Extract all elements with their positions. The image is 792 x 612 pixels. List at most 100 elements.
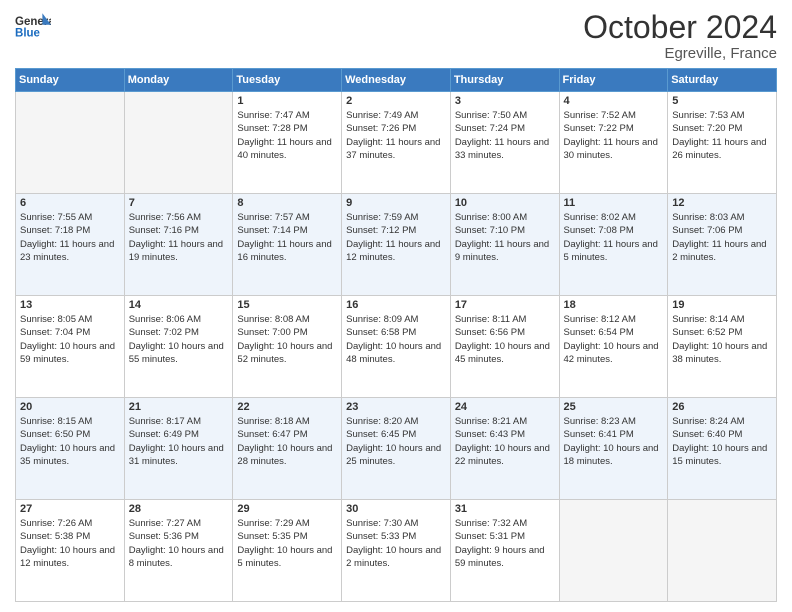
calendar-week-row: 1 Sunrise: 7:47 AM Sunset: 7:28 PM Daylig… bbox=[16, 92, 777, 194]
day-info: Sunrise: 7:49 AM Sunset: 7:26 PM Dayligh… bbox=[346, 109, 446, 162]
day-info: Sunrise: 7:52 AM Sunset: 7:22 PM Dayligh… bbox=[564, 109, 664, 162]
table-row bbox=[668, 500, 777, 602]
page-header: General Blue October 2024 Egreville, Fra… bbox=[15, 10, 777, 62]
day-number: 5 bbox=[672, 95, 772, 107]
day-number: 26 bbox=[672, 401, 772, 413]
table-row: 22 Sunrise: 8:18 AM Sunset: 6:47 PM Dayli… bbox=[233, 398, 342, 500]
day-info: Sunrise: 8:17 AM Sunset: 6:49 PM Dayligh… bbox=[129, 415, 229, 468]
day-info: Sunrise: 8:05 AM Sunset: 7:04 PM Dayligh… bbox=[20, 313, 120, 366]
calendar-week-row: 13 Sunrise: 8:05 AM Sunset: 7:04 PM Dayli… bbox=[16, 296, 777, 398]
day-info: Sunrise: 8:24 AM Sunset: 6:40 PM Dayligh… bbox=[672, 415, 772, 468]
table-row: 9Sunrise: 7:59 AM Sunset: 7:12 PM Daylig… bbox=[342, 194, 451, 296]
table-row: 16 Sunrise: 8:09 AM Sunset: 6:58 PM Dayli… bbox=[342, 296, 451, 398]
table-row: 25 Sunrise: 8:23 AM Sunset: 6:41 PM Dayli… bbox=[559, 398, 668, 500]
day-info: Sunrise: 7:32 AM Sunset: 5:31 PM Dayligh… bbox=[455, 517, 555, 570]
day-info: Sunrise: 7:26 AM Sunset: 5:38 PM Dayligh… bbox=[20, 517, 120, 570]
day-info: Sunrise: 8:12 AM Sunset: 6:54 PM Dayligh… bbox=[564, 313, 664, 366]
day-number: 10 bbox=[455, 197, 555, 209]
table-row: 27 Sunrise: 7:26 AM Sunset: 5:38 PM Dayli… bbox=[16, 500, 125, 602]
day-info: Sunrise: 8:20 AM Sunset: 6:45 PM Dayligh… bbox=[346, 415, 446, 468]
day-info: Sunrise: 8:06 AM Sunset: 7:02 PM Dayligh… bbox=[129, 313, 229, 366]
calendar-week-row: 6Sunrise: 7:55 AM Sunset: 7:18 PM Daylig… bbox=[16, 194, 777, 296]
table-row: 14 Sunrise: 8:06 AM Sunset: 7:02 PM Dayli… bbox=[124, 296, 233, 398]
day-info: Sunrise: 7:53 AM Sunset: 7:20 PM Dayligh… bbox=[672, 109, 772, 162]
logo-icon: General Blue bbox=[15, 10, 51, 46]
table-row bbox=[124, 92, 233, 194]
day-number: 14 bbox=[129, 299, 229, 311]
day-number: 24 bbox=[455, 401, 555, 413]
day-info: Sunrise: 7:47 AM Sunset: 7:28 PM Dayligh… bbox=[237, 109, 337, 162]
table-row: 31 Sunrise: 7:32 AM Sunset: 5:31 PM Dayli… bbox=[450, 500, 559, 602]
day-info: Sunrise: 8:18 AM Sunset: 6:47 PM Dayligh… bbox=[237, 415, 337, 468]
table-row: 10 Sunrise: 8:00 AM Sunset: 7:10 PM Dayli… bbox=[450, 194, 559, 296]
day-number: 17 bbox=[455, 299, 555, 311]
day-number: 11 bbox=[564, 197, 664, 209]
day-info: Sunrise: 7:57 AM Sunset: 7:14 PM Dayligh… bbox=[237, 211, 337, 264]
table-row: 26 Sunrise: 8:24 AM Sunset: 6:40 PM Dayli… bbox=[668, 398, 777, 500]
day-number: 23 bbox=[346, 401, 446, 413]
col-sunday: Sunday bbox=[16, 69, 125, 92]
col-saturday: Saturday bbox=[668, 69, 777, 92]
title-area: October 2024 Egreville, France bbox=[583, 10, 777, 62]
day-info: Sunrise: 8:09 AM Sunset: 6:58 PM Dayligh… bbox=[346, 313, 446, 366]
table-row: 20 Sunrise: 8:15 AM Sunset: 6:50 PM Dayli… bbox=[16, 398, 125, 500]
table-row: 24 Sunrise: 8:21 AM Sunset: 6:43 PM Dayli… bbox=[450, 398, 559, 500]
table-row: 1 Sunrise: 7:47 AM Sunset: 7:28 PM Daylig… bbox=[233, 92, 342, 194]
table-row: 2Sunrise: 7:49 AM Sunset: 7:26 PM Daylig… bbox=[342, 92, 451, 194]
day-info: Sunrise: 8:02 AM Sunset: 7:08 PM Dayligh… bbox=[564, 211, 664, 264]
table-row: 29 Sunrise: 7:29 AM Sunset: 5:35 PM Dayli… bbox=[233, 500, 342, 602]
day-info: Sunrise: 7:29 AM Sunset: 5:35 PM Dayligh… bbox=[237, 517, 337, 570]
day-number: 29 bbox=[237, 503, 337, 515]
table-row: 19Sunrise: 8:14 AM Sunset: 6:52 PM Dayli… bbox=[668, 296, 777, 398]
calendar-week-row: 27 Sunrise: 7:26 AM Sunset: 5:38 PM Dayli… bbox=[16, 500, 777, 602]
day-number: 7 bbox=[129, 197, 229, 209]
calendar-table: Sunday Monday Tuesday Wednesday Thursday… bbox=[15, 68, 777, 602]
day-number: 25 bbox=[564, 401, 664, 413]
day-number: 13 bbox=[20, 299, 120, 311]
table-row: 3 Sunrise: 7:50 AM Sunset: 7:24 PM Daylig… bbox=[450, 92, 559, 194]
day-info: Sunrise: 8:11 AM Sunset: 6:56 PM Dayligh… bbox=[455, 313, 555, 366]
day-number: 16 bbox=[346, 299, 446, 311]
col-friday: Friday bbox=[559, 69, 668, 92]
day-info: Sunrise: 8:00 AM Sunset: 7:10 PM Dayligh… bbox=[455, 211, 555, 264]
table-row bbox=[559, 500, 668, 602]
col-tuesday: Tuesday bbox=[233, 69, 342, 92]
table-row: 15 Sunrise: 8:08 AM Sunset: 7:00 PM Dayli… bbox=[233, 296, 342, 398]
day-info: Sunrise: 8:23 AM Sunset: 6:41 PM Dayligh… bbox=[564, 415, 664, 468]
day-number: 6 bbox=[20, 197, 120, 209]
table-row: 11 Sunrise: 8:02 AM Sunset: 7:08 PM Dayli… bbox=[559, 194, 668, 296]
table-row: 28Sunrise: 7:27 AM Sunset: 5:36 PM Dayli… bbox=[124, 500, 233, 602]
day-number: 22 bbox=[237, 401, 337, 413]
day-number: 30 bbox=[346, 503, 446, 515]
table-row: 18Sunrise: 8:12 AM Sunset: 6:54 PM Dayli… bbox=[559, 296, 668, 398]
table-row: 5 Sunrise: 7:53 AM Sunset: 7:20 PM Daylig… bbox=[668, 92, 777, 194]
col-monday: Monday bbox=[124, 69, 233, 92]
table-row bbox=[16, 92, 125, 194]
day-info: Sunrise: 8:08 AM Sunset: 7:00 PM Dayligh… bbox=[237, 313, 337, 366]
day-info: Sunrise: 8:15 AM Sunset: 6:50 PM Dayligh… bbox=[20, 415, 120, 468]
day-info: Sunrise: 7:56 AM Sunset: 7:16 PM Dayligh… bbox=[129, 211, 229, 264]
col-thursday: Thursday bbox=[450, 69, 559, 92]
day-info: Sunrise: 8:21 AM Sunset: 6:43 PM Dayligh… bbox=[455, 415, 555, 468]
location: Egreville, France bbox=[583, 45, 777, 62]
day-info: Sunrise: 8:14 AM Sunset: 6:52 PM Dayligh… bbox=[672, 313, 772, 366]
day-number: 3 bbox=[455, 95, 555, 107]
table-row: 4 Sunrise: 7:52 AM Sunset: 7:22 PM Daylig… bbox=[559, 92, 668, 194]
day-info: Sunrise: 7:50 AM Sunset: 7:24 PM Dayligh… bbox=[455, 109, 555, 162]
day-number: 15 bbox=[237, 299, 337, 311]
day-info: Sunrise: 8:03 AM Sunset: 7:06 PM Dayligh… bbox=[672, 211, 772, 264]
day-info: Sunrise: 7:30 AM Sunset: 5:33 PM Dayligh… bbox=[346, 517, 446, 570]
day-number: 31 bbox=[455, 503, 555, 515]
table-row: 13 Sunrise: 8:05 AM Sunset: 7:04 PM Dayli… bbox=[16, 296, 125, 398]
day-number: 20 bbox=[20, 401, 120, 413]
day-number: 8 bbox=[237, 197, 337, 209]
day-number: 1 bbox=[237, 95, 337, 107]
table-row: 21 Sunrise: 8:17 AM Sunset: 6:49 PM Dayli… bbox=[124, 398, 233, 500]
calendar-week-row: 20 Sunrise: 8:15 AM Sunset: 6:50 PM Dayli… bbox=[16, 398, 777, 500]
calendar-header-row: Sunday Monday Tuesday Wednesday Thursday… bbox=[16, 69, 777, 92]
day-number: 21 bbox=[129, 401, 229, 413]
table-row: 7 Sunrise: 7:56 AM Sunset: 7:16 PM Daylig… bbox=[124, 194, 233, 296]
day-number: 27 bbox=[20, 503, 120, 515]
day-number: 4 bbox=[564, 95, 664, 107]
table-row: 8 Sunrise: 7:57 AM Sunset: 7:14 PM Daylig… bbox=[233, 194, 342, 296]
